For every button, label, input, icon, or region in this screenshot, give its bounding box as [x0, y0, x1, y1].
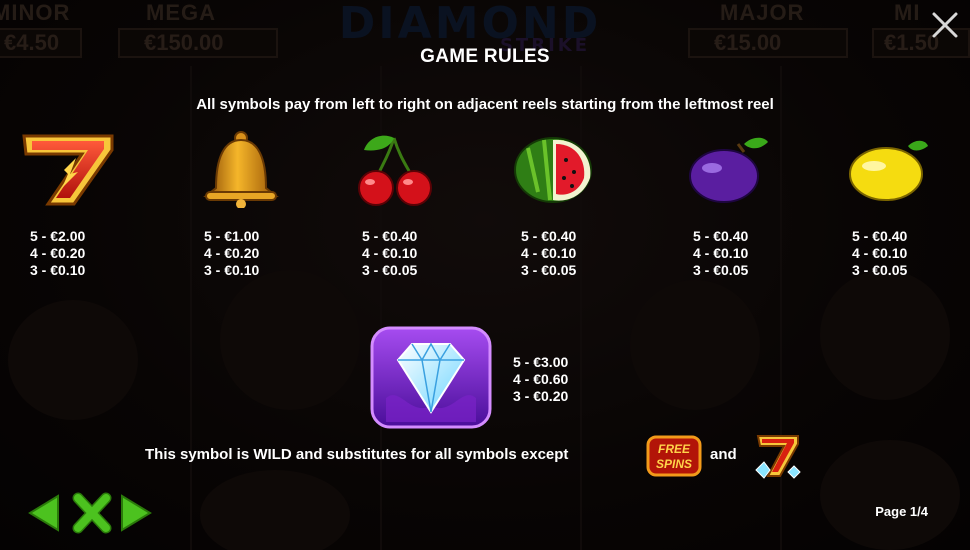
pay-line: 5 - €2.00	[30, 228, 86, 244]
bell-icon	[203, 131, 279, 209]
symbol-bell	[186, 128, 296, 213]
close-button[interactable]	[928, 8, 962, 42]
rules-subtitle: All symbols pay from left to right on ad…	[196, 96, 774, 113]
watermelon-icon	[514, 137, 592, 203]
pay-line: 3 - €0.05	[521, 262, 577, 278]
seven-scatter-icon	[752, 430, 804, 482]
x-icon	[72, 492, 112, 534]
free-spins-line-1: FREE	[658, 442, 691, 456]
pay-line: 5 - €0.40	[693, 228, 749, 244]
pay-line: 5 - €3.00	[513, 354, 569, 370]
pay-line: 3 - €0.05	[852, 262, 908, 278]
symbol-wild	[370, 326, 492, 429]
symbol-plum-pays: 5 - €0.40 4 - €0.10 3 - €0.05	[693, 228, 748, 279]
symbol-seven-pays: 5 - €2.00 4 - €0.20 3 - €0.10	[30, 228, 85, 279]
symbol-watermelon	[498, 128, 608, 213]
pay-line: 5 - €0.40	[852, 228, 908, 244]
free-spins-icon: FREE SPINS	[646, 434, 702, 478]
pay-line: 5 - €0.40	[521, 228, 577, 244]
pay-line: 3 - €0.20	[513, 388, 569, 404]
page-title: GAME RULES	[420, 46, 550, 67]
free-spins-line-2: SPINS	[656, 457, 692, 471]
pay-line: 4 - €0.20	[204, 245, 260, 261]
rules-navigation	[26, 492, 154, 534]
pay-line: 3 - €0.05	[693, 262, 749, 278]
free-spins-badge: FREE SPINS	[646, 435, 702, 477]
pay-line: 5 - €0.40	[362, 228, 418, 244]
symbol-watermelon-pays: 5 - €0.40 4 - €0.10 3 - €0.05	[521, 228, 576, 279]
symbol-wild-pays: 5 - €3.00 4 - €0.60 3 - €0.20	[513, 354, 568, 405]
seven-icon	[755, 435, 801, 479]
pay-line: 4 - €0.60	[513, 371, 569, 387]
previous-page-button[interactable]	[26, 492, 62, 534]
cherry-icon	[358, 135, 432, 206]
symbol-lemon-pays: 5 - €0.40 4 - €0.10 3 - €0.05	[852, 228, 907, 279]
lemon-icon	[849, 140, 928, 201]
and-text: and	[710, 446, 737, 463]
close-rules-button[interactable]	[72, 492, 112, 534]
diamond-wild-icon	[370, 326, 492, 429]
pay-line: 4 - €0.10	[362, 245, 418, 261]
pay-line: 4 - €0.10	[852, 245, 908, 261]
page-indicator: Page 1/4	[875, 504, 928, 519]
symbol-cherry	[342, 128, 452, 213]
pay-line: 3 - €0.10	[30, 262, 86, 278]
arrow-right-icon	[121, 494, 152, 532]
seven-icon	[22, 134, 114, 206]
symbol-lemon	[834, 128, 944, 213]
plum-icon	[689, 137, 768, 203]
symbol-seven	[12, 128, 122, 213]
symbol-plum	[672, 128, 782, 213]
pay-line: 3 - €0.05	[362, 262, 418, 278]
close-icon	[932, 12, 958, 38]
modal-overlay	[0, 0, 970, 550]
symbol-cherry-pays: 5 - €0.40 4 - €0.10 3 - €0.05	[362, 228, 417, 279]
pay-line: 5 - €1.00	[204, 228, 260, 244]
arrow-left-icon	[28, 494, 59, 532]
pay-line: 3 - €0.10	[204, 262, 260, 278]
next-page-button[interactable]	[118, 492, 154, 534]
symbol-bell-pays: 5 - €1.00 4 - €0.20 3 - €0.10	[204, 228, 259, 279]
wild-description: This symbol is WILD and substitutes for …	[145, 446, 569, 463]
pay-line: 4 - €0.10	[521, 245, 577, 261]
pay-line: 4 - €0.10	[693, 245, 749, 261]
pay-line: 4 - €0.20	[30, 245, 86, 261]
